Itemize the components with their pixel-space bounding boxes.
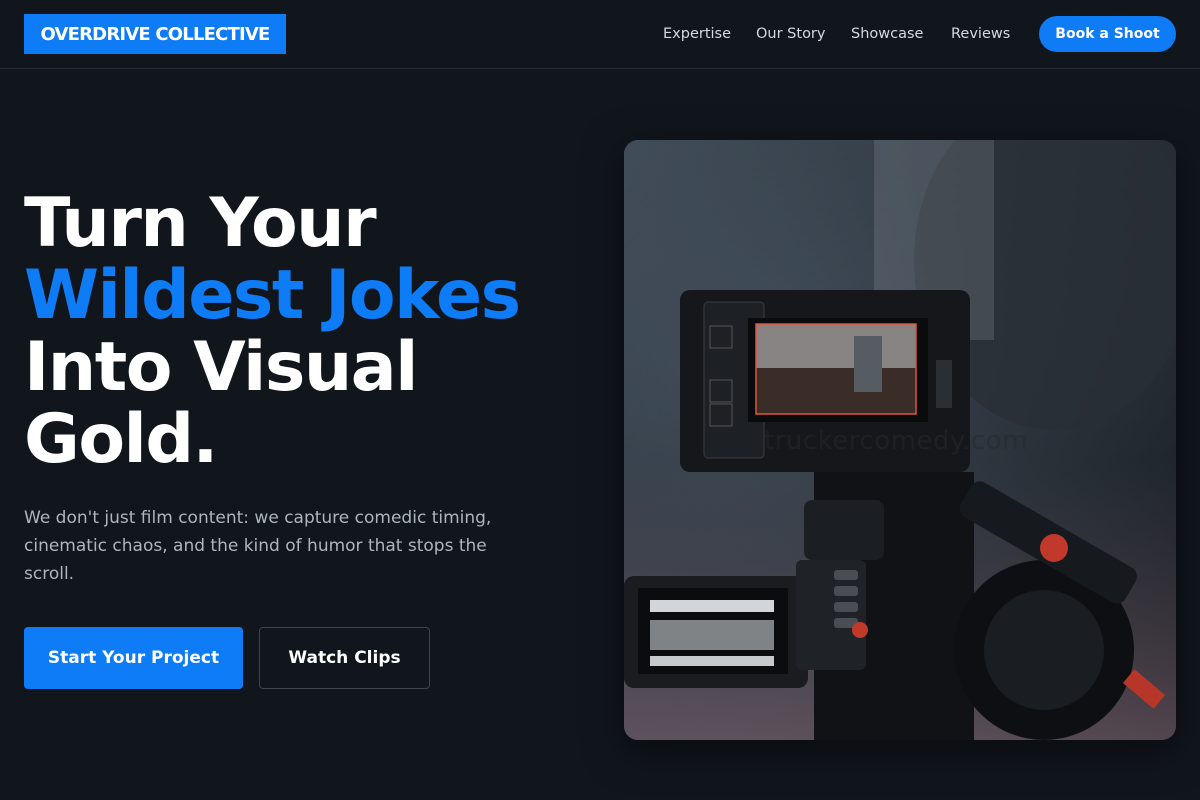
control-buttons-icon <box>796 560 868 670</box>
nav-item-expertise[interactable]: Expertise <box>663 26 731 42</box>
headline-line-4: Gold. <box>24 400 218 479</box>
hero-headline: Turn Your Wildest Jokes Into Visual Gold… <box>24 188 584 476</box>
nav-item-showcase[interactable]: Showcase <box>851 26 923 42</box>
headline-line-1: Turn Your <box>24 184 377 263</box>
nav-item-our-story[interactable]: Our Story <box>756 26 825 42</box>
hero-subtext: We don't just film content: we capture c… <box>24 508 492 584</box>
flip-screen-icon <box>624 576 808 688</box>
nav-item-reviews[interactable]: Reviews <box>951 26 1010 42</box>
headline-line-3: Into Visual <box>24 328 418 407</box>
watch-clips-button[interactable]: Watch Clips <box>259 627 430 689</box>
hero-image: truckercomedy.com <box>624 140 1176 740</box>
start-project-button[interactable]: Start Your Project <box>24 627 243 689</box>
image-watermark: truckercomedy.com <box>764 426 1028 456</box>
main-nav: Expertise Our Story Showcase Reviews <box>0 0 1200 68</box>
headline-accent-line: Wildest Jokes <box>24 256 521 335</box>
site-header: OVERDRIVE COLLECTIVE Expertise Our Story… <box>0 0 1200 69</box>
book-shoot-button[interactable]: Book a Shoot <box>1039 16 1176 52</box>
